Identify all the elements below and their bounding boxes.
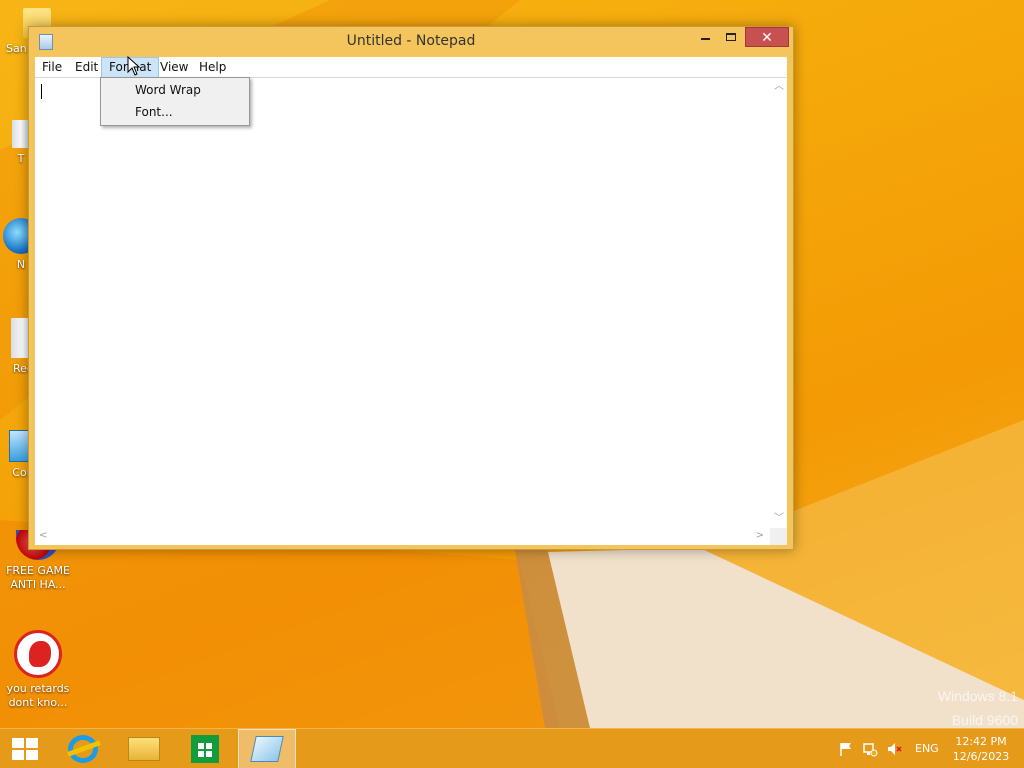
scroll-down-icon[interactable]: ﹀: [774, 514, 784, 524]
menu-file[interactable]: File: [35, 57, 69, 78]
watermark-line: Windows 8.1: [937, 688, 1018, 704]
maximize-icon: [726, 32, 736, 41]
taskbar-store[interactable]: [176, 729, 234, 768]
vertical-scrollbar[interactable]: ︿ ﹀: [770, 78, 787, 528]
os-watermark: Windows 8.1 Build 9600: [938, 684, 1018, 728]
clock-time: 12:42 PM: [955, 735, 1007, 748]
scroll-right-icon[interactable]: >: [756, 531, 764, 541]
text-editor[interactable]: ︿ ﹀ < >: [35, 78, 787, 545]
minimize-button[interactable]: [691, 27, 719, 47]
menu-item-word-wrap[interactable]: Word Wrap: [102, 79, 248, 101]
start-button[interactable]: [0, 729, 58, 768]
clock-date: 12/6/2023: [952, 750, 1010, 763]
store-icon: [191, 735, 219, 763]
close-button[interactable]: ✕: [745, 27, 789, 47]
horizontal-scrollbar[interactable]: < >: [35, 528, 770, 545]
format-menu-dropdown: Word Wrap Font...: [100, 77, 250, 126]
taskbar-file-explorer[interactable]: [114, 729, 172, 768]
shortcut-icon: [14, 630, 62, 678]
taskbar: ENG 12:42 PM 12/6/2023: [0, 728, 1024, 768]
menu-item-font[interactable]: Font...: [102, 101, 248, 123]
title-bar[interactable]: Untitled - Notepad ✕: [29, 27, 793, 57]
mouse-cursor-icon: [127, 56, 141, 76]
menu-view[interactable]: View: [153, 57, 195, 78]
start-icon: [12, 738, 38, 760]
menu-bar: File Edit Format View Help: [35, 57, 787, 78]
internet-explorer-icon: [68, 735, 98, 763]
action-center-flag-icon[interactable]: [838, 741, 854, 757]
file-explorer-icon: [128, 737, 160, 761]
taskbar-notepad[interactable]: [238, 729, 296, 768]
menu-edit[interactable]: Edit: [68, 57, 105, 78]
clock[interactable]: 12:42 PM 12/6/2023: [948, 734, 1014, 764]
volume-muted-icon[interactable]: [886, 741, 902, 757]
notepad-icon: [250, 736, 284, 762]
resize-grip-icon[interactable]: [770, 528, 787, 545]
close-icon: ✕: [761, 30, 773, 46]
menu-help[interactable]: Help: [192, 57, 233, 78]
window-title: Untitled - Notepad: [346, 33, 476, 49]
taskbar-internet-explorer[interactable]: [52, 729, 110, 768]
network-icon[interactable]: [862, 741, 878, 757]
scroll-up-icon[interactable]: ︿: [774, 82, 784, 92]
maximize-button[interactable]: [717, 27, 745, 47]
watermark-line: Build 9600: [951, 712, 1018, 728]
scroll-left-icon[interactable]: <: [39, 531, 47, 541]
desktop-icon-shortcut[interactable]: you retards dont kno...: [3, 630, 73, 710]
minimize-icon: [700, 37, 710, 40]
text-caret: [41, 84, 42, 99]
desktop-icon-label: FREE GAME ANTI HA...: [6, 564, 70, 591]
input-language[interactable]: ENG: [915, 742, 939, 755]
desktop-icon-label: you retards dont kno...: [6, 682, 70, 709]
